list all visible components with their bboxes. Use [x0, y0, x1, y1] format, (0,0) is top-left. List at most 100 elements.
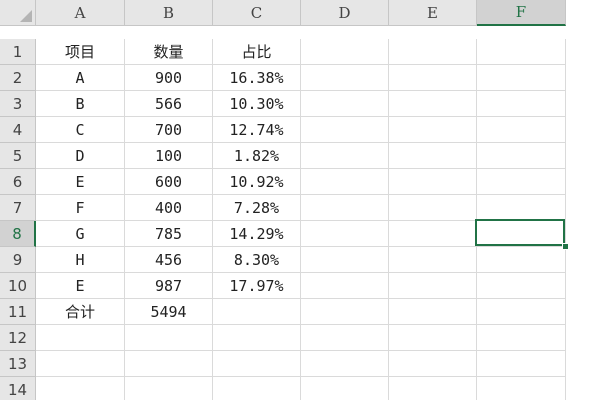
cell-e8[interactable]: [389, 221, 477, 247]
column-header-f[interactable]: F: [477, 0, 566, 26]
cell-c7[interactable]: 7.28%: [213, 195, 301, 221]
cell-d2[interactable]: [301, 65, 389, 91]
cell-d4[interactable]: [301, 117, 389, 143]
cell-f1[interactable]: [477, 39, 566, 65]
cell-b1[interactable]: 数量: [125, 39, 213, 65]
cell-b6[interactable]: 600: [125, 169, 213, 195]
cell-a11[interactable]: 合计: [36, 299, 125, 325]
cell-d8[interactable]: [301, 221, 389, 247]
cell-a6[interactable]: E: [36, 169, 125, 195]
cell-e7[interactable]: [389, 195, 477, 221]
cell-a4[interactable]: C: [36, 117, 125, 143]
cell-e11[interactable]: [389, 299, 477, 325]
cell-f2[interactable]: [477, 65, 566, 91]
cell-d9[interactable]: [301, 247, 389, 273]
cell-b7[interactable]: 400: [125, 195, 213, 221]
cell-e2[interactable]: [389, 65, 477, 91]
cell-a2[interactable]: A: [36, 65, 125, 91]
cell-f5[interactable]: [477, 143, 566, 169]
row-header-11[interactable]: 11: [0, 299, 36, 325]
cell-b14[interactable]: [125, 377, 213, 400]
cell-e3[interactable]: [389, 91, 477, 117]
cell-a14[interactable]: [36, 377, 125, 400]
cell-c4[interactable]: 12.74%: [213, 117, 301, 143]
row-header-10[interactable]: 10: [0, 273, 36, 299]
cell-e6[interactable]: [389, 169, 477, 195]
cell-d13[interactable]: [301, 351, 389, 377]
cell-b5[interactable]: 100: [125, 143, 213, 169]
cell-b2[interactable]: 900: [125, 65, 213, 91]
cell-e5[interactable]: [389, 143, 477, 169]
row-header-1[interactable]: 1: [0, 39, 36, 65]
cell-b13[interactable]: [125, 351, 213, 377]
cell-f12[interactable]: [477, 325, 566, 351]
cell-e10[interactable]: [389, 273, 477, 299]
column-header-b[interactable]: B: [125, 0, 213, 26]
cell-d10[interactable]: [301, 273, 389, 299]
cell-c5[interactable]: 1.82%: [213, 143, 301, 169]
cell-e12[interactable]: [389, 325, 477, 351]
cell-d7[interactable]: [301, 195, 389, 221]
cell-c6[interactable]: 10.92%: [213, 169, 301, 195]
cell-e9[interactable]: [389, 247, 477, 273]
column-header-a[interactable]: A: [36, 0, 125, 26]
row-header-5[interactable]: 5: [0, 143, 36, 169]
column-header-d[interactable]: D: [301, 0, 389, 26]
row-header-9[interactable]: 9: [0, 247, 36, 273]
column-header-e[interactable]: E: [389, 0, 477, 26]
row-header-13[interactable]: 13: [0, 351, 36, 377]
cell-b8[interactable]: 785: [125, 221, 213, 247]
cell-a10[interactable]: E: [36, 273, 125, 299]
cell-f9[interactable]: [477, 247, 566, 273]
cell-c1[interactable]: 占比: [213, 39, 301, 65]
cell-d1[interactable]: [301, 39, 389, 65]
cell-a3[interactable]: B: [36, 91, 125, 117]
cell-d6[interactable]: [301, 169, 389, 195]
row-header-4[interactable]: 4: [0, 117, 36, 143]
row-header-6[interactable]: 6: [0, 169, 36, 195]
cell-c13[interactable]: [213, 351, 301, 377]
cell-e4[interactable]: [389, 117, 477, 143]
cell-b11[interactable]: 5494: [125, 299, 213, 325]
row-header-14[interactable]: 14: [0, 377, 36, 400]
row-header-8[interactable]: 8: [0, 221, 36, 247]
row-header-2[interactable]: 2: [0, 65, 36, 91]
cell-a7[interactable]: F: [36, 195, 125, 221]
cell-c8[interactable]: 14.29%: [213, 221, 301, 247]
cell-f4[interactable]: [477, 117, 566, 143]
row-header-7[interactable]: 7: [0, 195, 36, 221]
cell-f10[interactable]: [477, 273, 566, 299]
cell-f8[interactable]: [477, 221, 566, 247]
cell-e14[interactable]: [389, 377, 477, 400]
cell-a9[interactable]: H: [36, 247, 125, 273]
cell-b3[interactable]: 566: [125, 91, 213, 117]
row-header-3[interactable]: 3: [0, 91, 36, 117]
cell-c14[interactable]: [213, 377, 301, 400]
cell-c11[interactable]: [213, 299, 301, 325]
cell-b4[interactable]: 700: [125, 117, 213, 143]
cell-f6[interactable]: [477, 169, 566, 195]
row-header-12[interactable]: 12: [0, 325, 36, 351]
cell-f7[interactable]: [477, 195, 566, 221]
cell-c9[interactable]: 8.30%: [213, 247, 301, 273]
cell-d5[interactable]: [301, 143, 389, 169]
cell-c12[interactable]: [213, 325, 301, 351]
cell-a12[interactable]: [36, 325, 125, 351]
cell-b10[interactable]: 987: [125, 273, 213, 299]
cell-a1[interactable]: 项目: [36, 39, 125, 65]
cell-f14[interactable]: [477, 377, 566, 400]
cell-c3[interactable]: 10.30%: [213, 91, 301, 117]
cell-e1[interactable]: [389, 39, 477, 65]
cell-b12[interactable]: [125, 325, 213, 351]
cell-c2[interactable]: 16.38%: [213, 65, 301, 91]
cell-a5[interactable]: D: [36, 143, 125, 169]
cell-d14[interactable]: [301, 377, 389, 400]
cell-b9[interactable]: 456: [125, 247, 213, 273]
select-all-button[interactable]: [0, 0, 36, 26]
cell-f11[interactable]: [477, 299, 566, 325]
cell-d3[interactable]: [301, 91, 389, 117]
cell-a13[interactable]: [36, 351, 125, 377]
cell-e13[interactable]: [389, 351, 477, 377]
cell-f3[interactable]: [477, 91, 566, 117]
cell-d11[interactable]: [301, 299, 389, 325]
